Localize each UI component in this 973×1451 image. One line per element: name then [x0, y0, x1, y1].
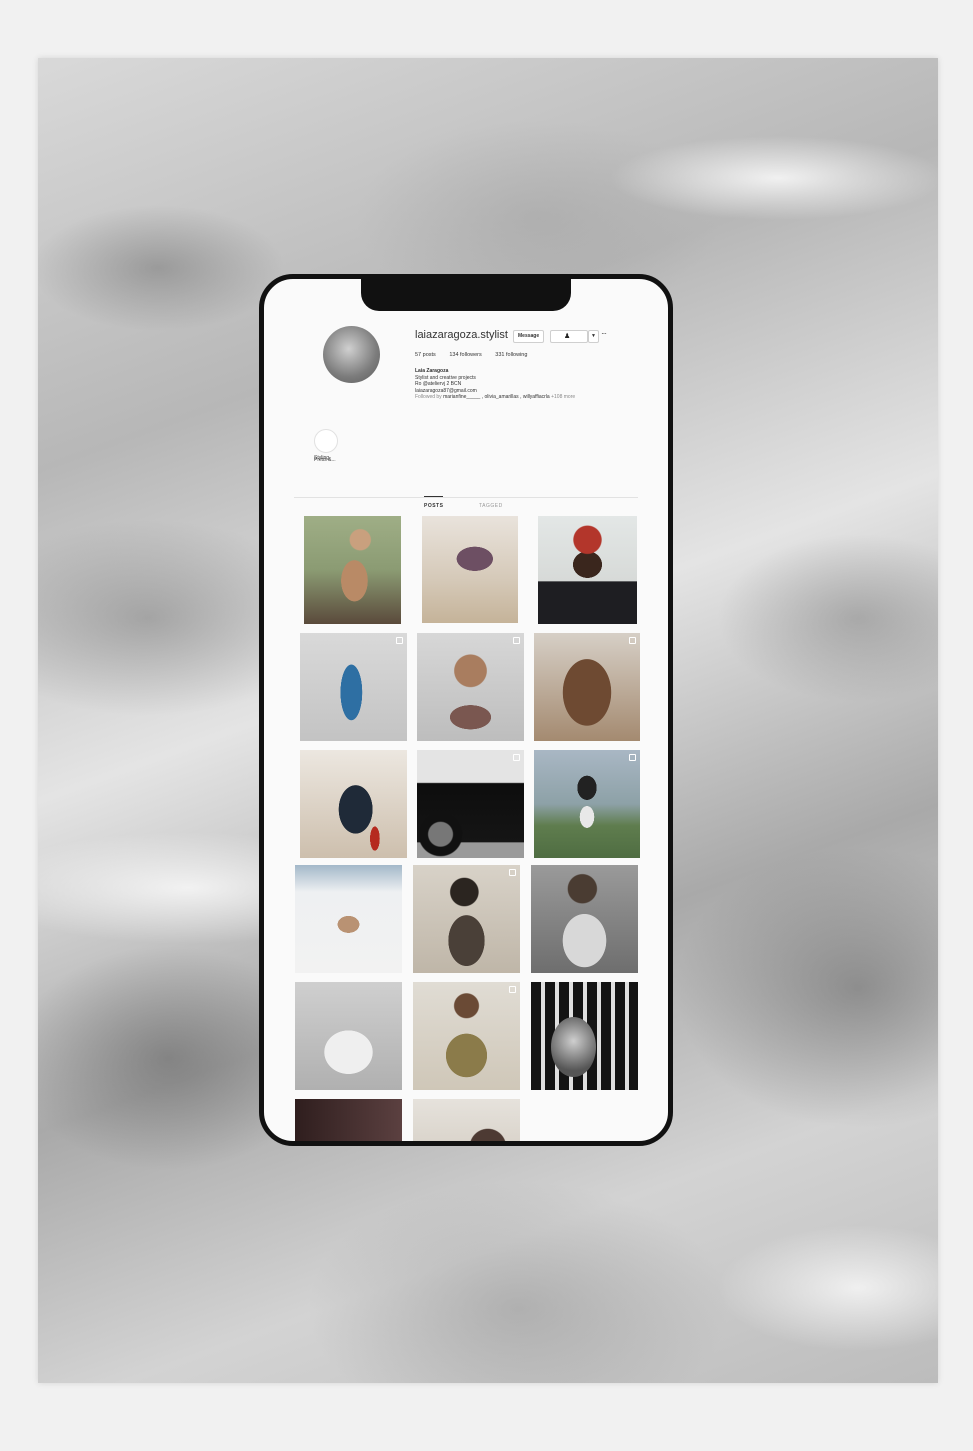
grid-post[interactable]: [531, 982, 638, 1090]
grid-post[interactable]: [417, 750, 524, 858]
grid-post[interactable]: [295, 982, 402, 1090]
phone-frame: laiazaragoza.stylist Message ♟ ▼ ··· 57 …: [259, 274, 673, 1146]
carousel-icon: [513, 637, 520, 644]
grid-post[interactable]: [413, 865, 520, 973]
grid-post[interactable]: [417, 633, 524, 741]
grid-post[interactable]: [304, 516, 401, 624]
carousel-icon: [509, 869, 516, 876]
posts-grid: [264, 279, 668, 1141]
grid-post[interactable]: [538, 516, 637, 624]
phone-notch: [361, 279, 571, 311]
grid-post[interactable]: [300, 750, 407, 858]
grid-post[interactable]: [531, 865, 638, 973]
grid-post[interactable]: [534, 633, 640, 741]
grid-post[interactable]: [413, 1099, 520, 1141]
carousel-icon: [629, 637, 636, 644]
carousel-icon: [509, 986, 516, 993]
instagram-profile-screen: laiazaragoza.stylist Message ♟ ▼ ··· 57 …: [264, 279, 668, 1141]
carousel-icon: [629, 754, 636, 761]
grid-post[interactable]: [300, 633, 407, 741]
carousel-icon: [396, 637, 403, 644]
grid-post[interactable]: [422, 516, 518, 623]
carousel-icon: [513, 754, 520, 761]
grid-post[interactable]: [413, 982, 520, 1090]
grid-post[interactable]: [295, 1099, 402, 1141]
grid-post[interactable]: [295, 865, 402, 973]
grid-post[interactable]: [534, 750, 640, 858]
